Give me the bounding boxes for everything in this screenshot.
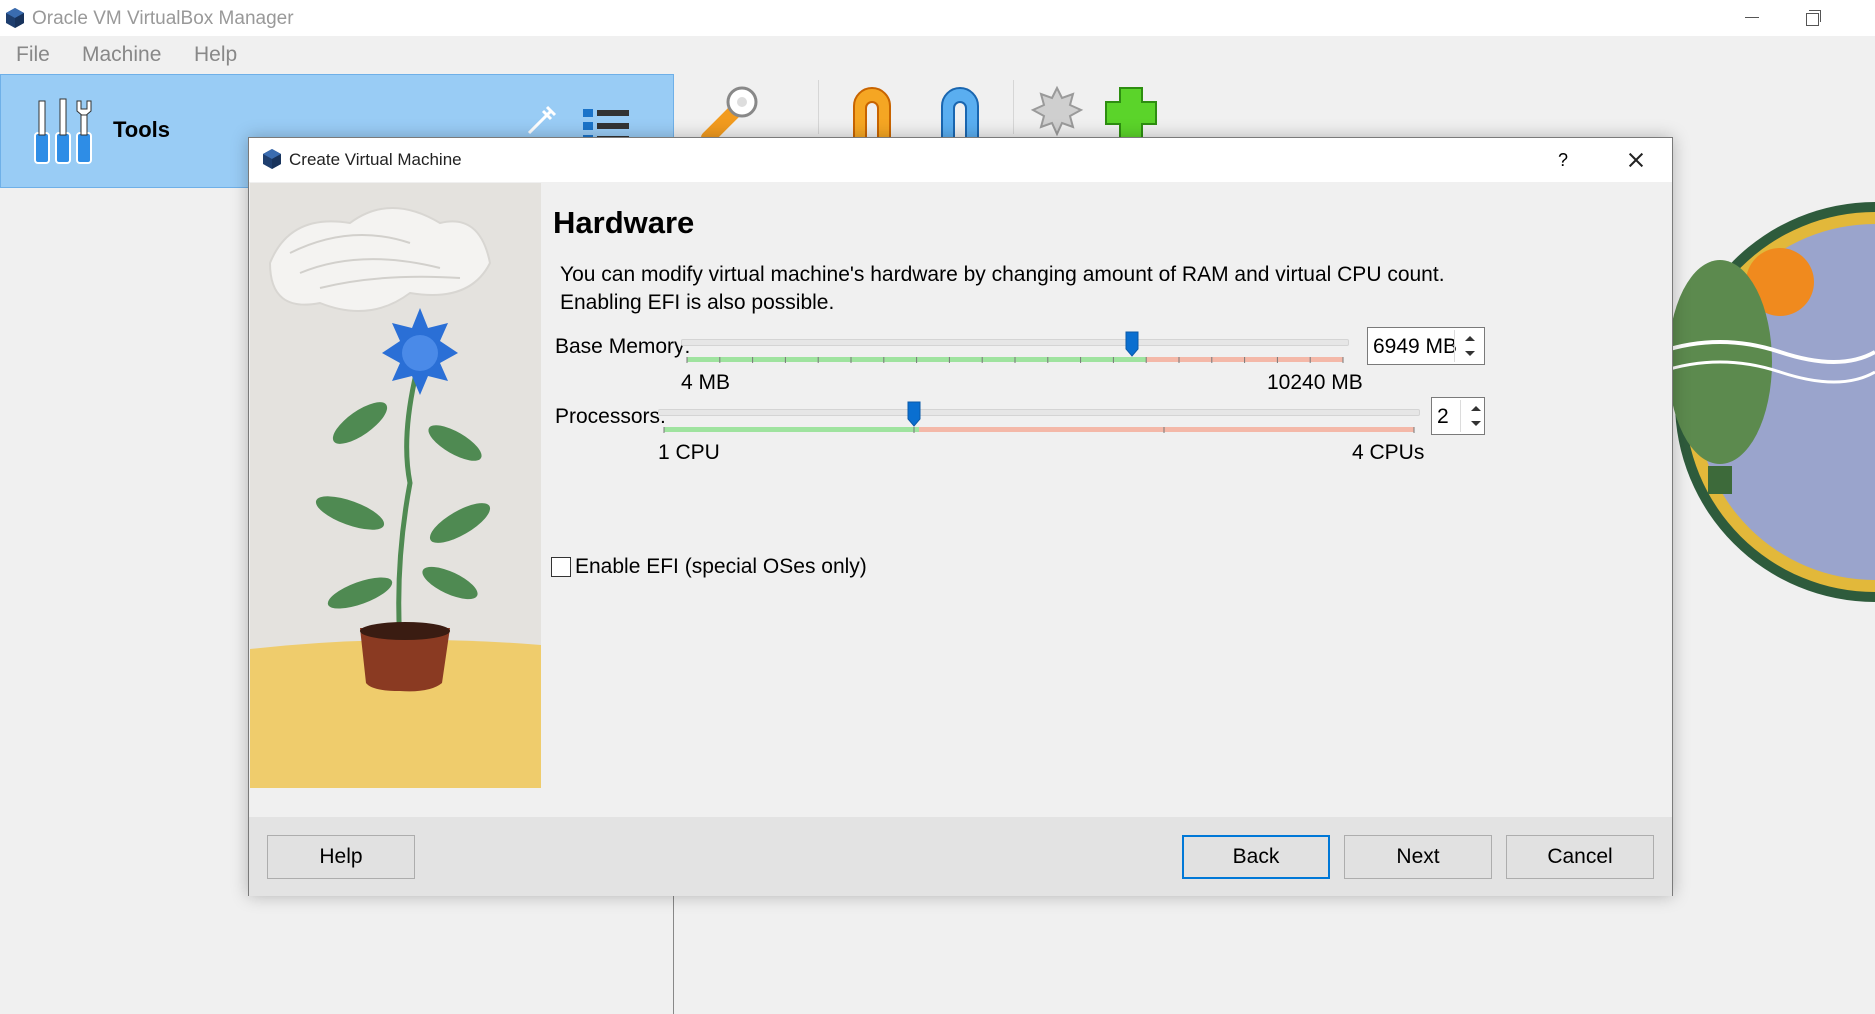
dialog-button-bar: Help Back Next Cancel bbox=[249, 817, 1672, 896]
processors-value[interactable]: 2 bbox=[1437, 405, 1449, 429]
page-description: You can modify virtual machine's hardwar… bbox=[560, 261, 1560, 317]
spin-buttons bbox=[1454, 330, 1482, 362]
spin-buttons bbox=[1460, 400, 1482, 432]
context-help-button[interactable]: ? bbox=[1549, 146, 1577, 174]
base-memory-spinbox[interactable]: 6949 MB bbox=[1367, 327, 1485, 365]
base-memory-slider[interactable] bbox=[681, 331, 1349, 367]
base-memory-value[interactable]: 6949 MB bbox=[1373, 335, 1457, 359]
minimize-button[interactable] bbox=[1728, 0, 1776, 36]
toolbar-separator bbox=[1013, 80, 1014, 134]
cancel-button[interactable]: Cancel bbox=[1506, 835, 1654, 879]
efi-checkbox[interactable] bbox=[551, 557, 571, 577]
processors-max-label: 4 CPUs bbox=[1352, 441, 1425, 464]
dialog-title: Create Virtual Machine bbox=[289, 150, 462, 169]
memory-decrease-button[interactable] bbox=[1455, 346, 1483, 362]
wizard-page: Hardware You can modify virtual machine'… bbox=[541, 183, 1673, 817]
tools-label: Tools bbox=[113, 117, 171, 142]
description-line-2: Enabling EFI is also possible. bbox=[560, 291, 835, 314]
toolbar-separator bbox=[818, 80, 819, 134]
processors-slider-handle[interactable] bbox=[907, 401, 921, 427]
virtualbox-logo-icon bbox=[6, 8, 24, 28]
main-toolbar bbox=[690, 74, 1875, 146]
processors-spinbox[interactable]: 2 bbox=[1431, 397, 1485, 435]
back-button[interactable]: Back bbox=[1182, 835, 1330, 879]
dialog-titlebar: Create Virtual Machine ? bbox=[249, 138, 1672, 182]
menubar: File Machine Help bbox=[0, 36, 1875, 74]
slider-groove bbox=[658, 409, 1420, 416]
virtualbox-logo-icon bbox=[263, 149, 281, 169]
close-button[interactable] bbox=[1619, 144, 1651, 176]
efi-checkbox-label[interactable]: Enable EFI (special OSes only) bbox=[575, 555, 867, 579]
processors-decrease-button[interactable] bbox=[1461, 416, 1483, 432]
app-title: Oracle VM VirtualBox Manager bbox=[32, 8, 294, 29]
memory-increase-button[interactable] bbox=[1455, 330, 1483, 346]
pin-icon[interactable] bbox=[521, 101, 561, 141]
processors-min-label: 1 CPU bbox=[658, 441, 720, 464]
slider-groove bbox=[681, 339, 1349, 346]
base-memory-max-label: 10240 MB bbox=[1267, 371, 1363, 394]
next-button[interactable]: Next bbox=[1344, 835, 1492, 879]
processors-increase-button[interactable] bbox=[1461, 400, 1483, 416]
slider-ticks bbox=[663, 427, 1415, 433]
page-heading: Hardware bbox=[553, 205, 695, 240]
base-memory-label: Base Memory: bbox=[555, 335, 691, 358]
menu-machine[interactable]: Machine bbox=[82, 43, 161, 67]
pane-divider bbox=[673, 896, 674, 1014]
processors-slider[interactable] bbox=[658, 401, 1420, 437]
wizard-illustration bbox=[250, 183, 541, 788]
base-memory-slider-handle[interactable] bbox=[1125, 331, 1139, 357]
slider-ticks bbox=[686, 357, 1344, 363]
create-vm-dialog: Create Virtual Machine ? Hardware You ca… bbox=[248, 137, 1673, 896]
tools-icon bbox=[34, 98, 92, 164]
processors-label: Processors: bbox=[555, 405, 666, 428]
menu-help[interactable]: Help bbox=[194, 43, 237, 67]
menu-file[interactable]: File bbox=[16, 43, 50, 67]
help-button[interactable]: Help bbox=[267, 835, 415, 879]
main-titlebar: Oracle VM VirtualBox Manager bbox=[0, 0, 1875, 36]
base-memory-min-label: 4 MB bbox=[681, 371, 731, 394]
description-line-1: You can modify virtual machine's hardwar… bbox=[560, 263, 1445, 286]
restore-button[interactable] bbox=[1790, 0, 1838, 36]
welcome-illustration bbox=[1660, 202, 1875, 602]
